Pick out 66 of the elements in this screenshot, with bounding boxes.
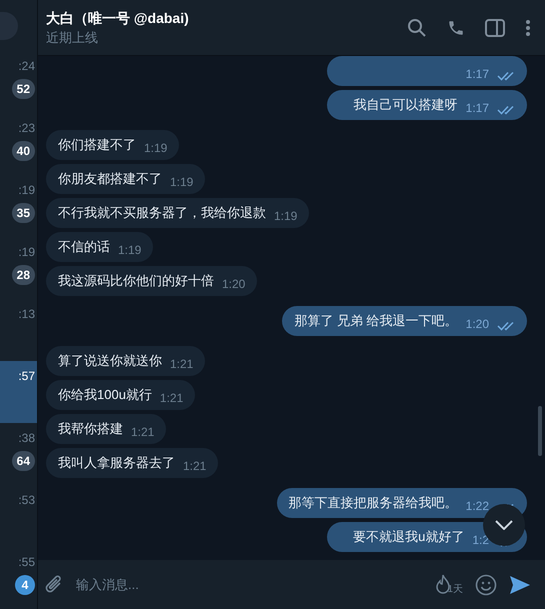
message-text: 不行我就不买服务器了，我给你退款	[58, 204, 266, 222]
message-text: 你们搭建不了	[58, 136, 136, 154]
message-text: 那等下直接把服务器给我吧。	[288, 494, 458, 512]
chat-list-item[interactable]: :24 52	[0, 51, 37, 113]
send-icon[interactable]	[509, 574, 531, 594]
chat-time: :24	[18, 59, 35, 73]
more-icon[interactable]	[525, 18, 531, 36]
double-check-icon	[497, 71, 515, 81]
chat-list-item[interactable]: :19 28	[0, 237, 37, 299]
contact-name: 大白（唯一号 @dabai)	[46, 8, 190, 26]
unread-badge: 28	[12, 265, 35, 285]
chat-time: :23	[18, 121, 35, 135]
message-time: 1:21	[160, 391, 184, 405]
message-time: 1:20	[222, 277, 246, 291]
message-text: 要不就退我u就好了	[353, 528, 464, 546]
chat-time: :53	[18, 493, 35, 507]
message-time: 1:21	[131, 425, 154, 439]
message-text: 我自己可以搭建呀	[354, 96, 458, 114]
message-time: 1:21	[170, 357, 194, 371]
sidebar-panel-icon[interactable]	[485, 18, 505, 36]
message-text: 你给我100u就行	[58, 386, 152, 404]
message-text: 算了说送你就送你	[58, 352, 162, 370]
chat-time: :19	[18, 183, 35, 197]
message-time: 1:19	[170, 175, 194, 189]
message-text: 我叫人拿服务器去了	[58, 454, 175, 472]
message-time: 1:20	[466, 317, 489, 331]
unread-badge: 35	[12, 203, 35, 223]
double-check-icon	[497, 105, 515, 115]
contact-status: 近期上线	[46, 28, 99, 46]
message-time: 1:17	[466, 67, 489, 81]
scrollbar-thumb[interactable]	[538, 406, 542, 456]
unread-badge: 52	[12, 79, 35, 99]
chat-time: :38	[18, 431, 35, 445]
flame-icon	[435, 574, 452, 596]
message-time: 1:19	[118, 243, 142, 257]
emoji-icon[interactable]	[475, 574, 497, 596]
chat-list-item[interactable]: :38 64	[0, 423, 37, 485]
message-time: 1:22	[466, 499, 489, 513]
message-time: 1:19	[274, 209, 298, 223]
message-time: 1:21	[183, 459, 206, 473]
chat-list-item[interactable]: :13	[0, 299, 37, 361]
chat-list-item[interactable]: :19 35	[0, 175, 37, 237]
chat-list-item[interactable]: :53	[0, 485, 37, 547]
chat-time: :13	[18, 307, 35, 321]
unread-badge: 4	[15, 575, 35, 595]
message-input[interactable]: 输入消息...	[76, 574, 424, 594]
unread-badge: 64	[12, 451, 35, 471]
chevron-down-icon	[495, 520, 513, 530]
unread-badge: 40	[12, 141, 35, 161]
search-icon[interactable]	[407, 18, 427, 38]
chat-time: :19	[18, 245, 35, 259]
chat-time: :57	[18, 369, 35, 383]
chat-list-item[interactable]: :23 40	[0, 113, 37, 175]
message-time: 1:19	[144, 141, 168, 155]
chat-time: :55	[18, 555, 35, 569]
chat-list-item[interactable]: :55 4	[0, 547, 37, 609]
message-text: 不信的话	[58, 238, 110, 256]
paperclip-icon[interactable]	[44, 574, 64, 596]
chat-list-item[interactable]: :57	[0, 361, 37, 423]
message-text: 我帮你搭建	[58, 420, 123, 438]
double-check-icon	[497, 321, 515, 331]
message-text: 我这源码比你他们的好十倍	[58, 272, 214, 290]
phone-icon[interactable]	[447, 18, 465, 36]
message-time: 1:17	[466, 101, 489, 115]
message-text: 那算了 兄弟 给我退一下吧。	[294, 312, 458, 330]
message-text: 你朋友都搭建不了	[58, 170, 162, 188]
